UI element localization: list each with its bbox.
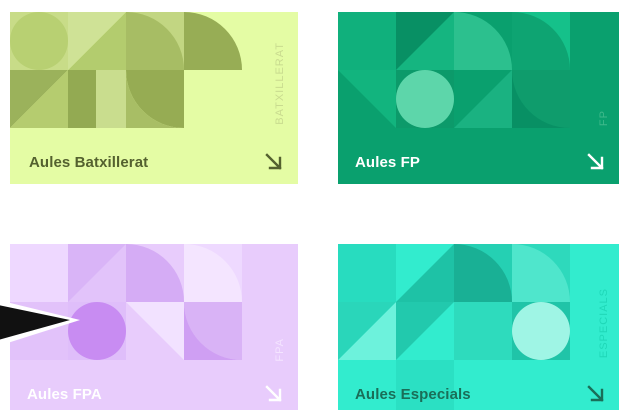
card-vertical-text: ESPECIALS: [598, 288, 610, 359]
card-aules-fp[interactable]: FP Aules FP: [338, 12, 619, 184]
card-vertical-text: BATXILLERAT: [274, 42, 286, 125]
card-aules-batxillerat[interactable]: BATXILLERAT Aules Batxillerat: [10, 12, 298, 184]
card-aules-fpa[interactable]: FPA Aules FPA: [10, 244, 298, 410]
arrow-down-right-icon: [587, 153, 604, 170]
arrow-down-right-icon: [265, 153, 282, 170]
arrow-down-right-icon: [587, 385, 604, 402]
card-title: Aules FP: [355, 154, 420, 171]
card-aules-especials[interactable]: ESPECIALS Aules Especials: [338, 244, 619, 410]
card-vertical-text: FP: [598, 110, 610, 127]
card-vertical-text: FPA: [274, 338, 286, 362]
card-title: Aules Especials: [355, 386, 471, 403]
card-title: Aules Batxillerat: [29, 154, 149, 171]
card-title: Aules FPA: [27, 386, 102, 403]
arrow-down-right-icon: [265, 385, 282, 402]
